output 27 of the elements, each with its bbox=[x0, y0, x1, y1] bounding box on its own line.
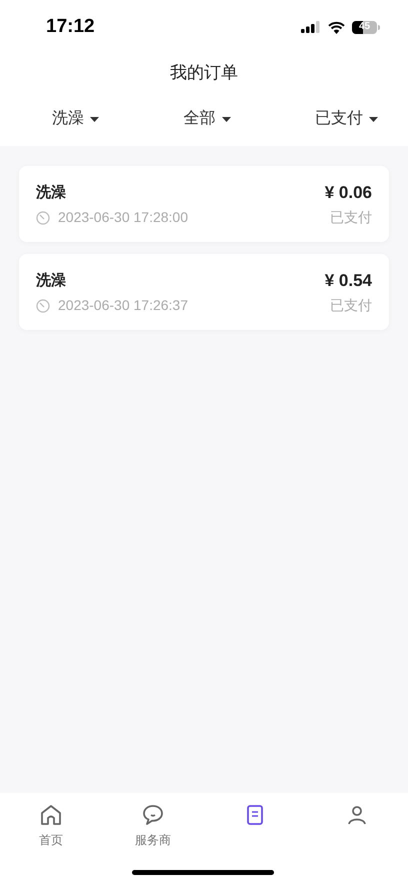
caret-icon bbox=[90, 116, 99, 122]
order-time: 2023-06-30 17:28:00 bbox=[58, 208, 188, 227]
page-title: 我的订单 bbox=[170, 62, 238, 84]
clock-icon bbox=[36, 298, 50, 312]
caret-icon bbox=[369, 116, 378, 122]
filter-dropdown[interactable]: 全部 bbox=[184, 107, 230, 131]
service-name: 洗澡 bbox=[36, 182, 66, 202]
order-status: 已支付 bbox=[330, 296, 372, 315]
order-price: ¥ 0.06 bbox=[324, 182, 372, 204]
order-price: ¥ 0.54 bbox=[324, 270, 372, 292]
wifi-icon bbox=[328, 20, 345, 34]
signal-icon bbox=[301, 21, 321, 33]
status-time: 17:12 bbox=[46, 14, 95, 39]
home-icon bbox=[39, 803, 63, 827]
order-status: 已支付 bbox=[330, 208, 372, 227]
speech-bubble-icon bbox=[141, 803, 165, 827]
order-card[interactable]: 洗澡 ¥ 0.54 2023-06-30 17:26:37 已支付 bbox=[19, 254, 389, 330]
filter-dropdown[interactable]: 已支付 bbox=[315, 107, 378, 131]
caret-icon bbox=[222, 116, 230, 122]
order-card[interactable]: 洗澡 ¥ 0.06 2023-06-30 17:28:00 已支付 bbox=[19, 166, 389, 242]
order-time: 2023-06-30 17:26:37 bbox=[58, 296, 188, 315]
tab-item[interactable]: 服务商 bbox=[102, 803, 204, 849]
service-name: 洗澡 bbox=[36, 270, 66, 290]
filter-dropdown[interactable]: 洗澡 bbox=[52, 107, 99, 131]
person-icon bbox=[345, 803, 369, 827]
clock-icon bbox=[36, 210, 50, 224]
tab-item[interactable]: 首页 bbox=[0, 803, 102, 849]
